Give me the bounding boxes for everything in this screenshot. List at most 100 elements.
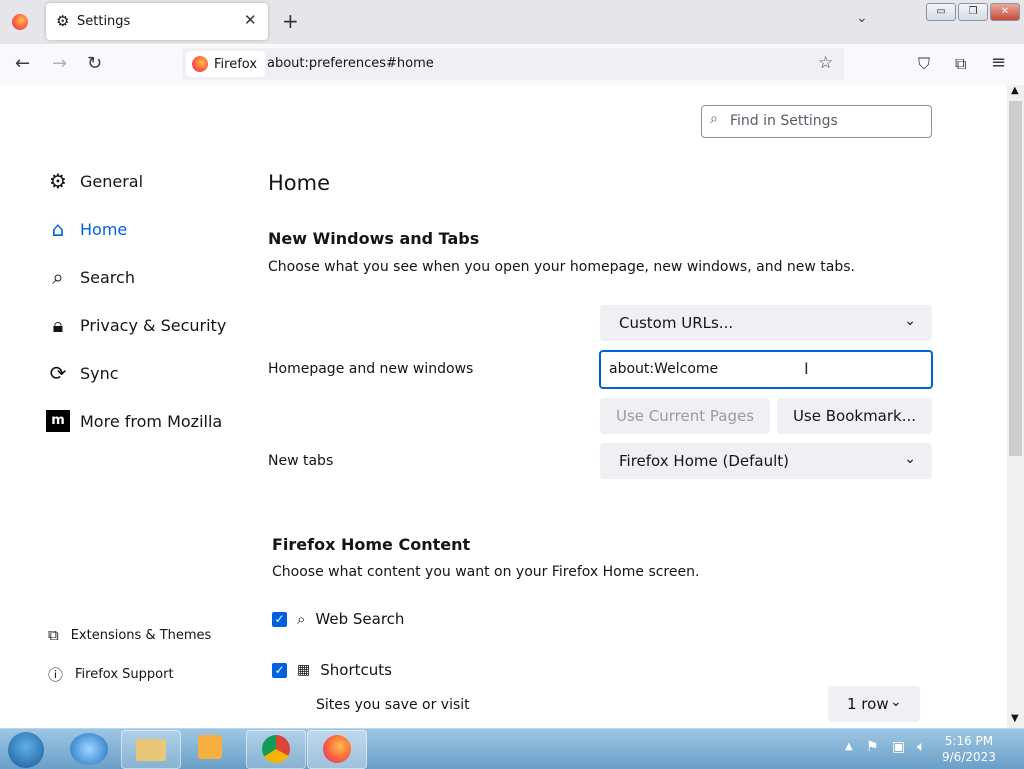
scroll-up-icon[interactable]: ▲ xyxy=(1011,85,1019,96)
network-icon[interactable]: ▣ xyxy=(892,739,905,755)
new-tabs-dropdown[interactable]: Firefox Home (Default) ⌄ xyxy=(600,443,932,479)
taskbar: ▲ ⚑ ▣ 🔈︎ 5:16 PM 9/6/2023 xyxy=(0,728,1024,769)
use-bookmark-button[interactable]: Use Bookmark... xyxy=(777,398,932,434)
section-heading: New Windows and Tabs xyxy=(268,229,480,248)
scrollbar[interactable]: ▲ ▼ xyxy=(1007,85,1024,728)
lock-icon: 🔒︎ xyxy=(52,313,64,337)
sidebar-item-general[interactable]: ⚙ General xyxy=(46,166,143,196)
homepage-label: Homepage and new windows xyxy=(268,361,474,377)
sidebar-item-sync[interactable]: ⟳ Sync xyxy=(46,358,119,388)
start-button[interactable] xyxy=(8,732,44,768)
restore-button[interactable]: ❐ xyxy=(958,3,988,21)
footer-link-label: Extensions & Themes xyxy=(70,627,212,643)
chevron-down-icon: ⌄ xyxy=(904,313,916,329)
navigation-toolbar: ← → ↻ Firefox about:preferences#home ☆ ⛉… xyxy=(0,44,1024,86)
dropdown-value: Custom URLs... xyxy=(619,314,734,332)
shortcuts-checkbox-row[interactable]: ✓ ▦ Shortcuts xyxy=(272,661,392,679)
scroll-thumb[interactable] xyxy=(1009,101,1022,456)
tab-strip: ⚙ Settings ✕ + ⌄ ▭ ❐ ✕ xyxy=(0,0,1024,44)
rows-dropdown[interactable]: 1 row ⌄ xyxy=(828,686,920,722)
close-window-button[interactable]: ✕ xyxy=(990,3,1020,21)
new-tab-button[interactable]: + xyxy=(282,9,299,33)
new-tabs-label: New tabs xyxy=(268,453,334,469)
search-icon: ⌕ xyxy=(297,610,306,628)
volume-muted-icon[interactable]: 🔈︎ xyxy=(917,739,925,755)
web-search-checkbox-row[interactable]: ✓ ⌕ Web Search xyxy=(272,610,404,628)
tab-settings[interactable]: ⚙ Settings ✕ xyxy=(46,3,268,40)
identity-box[interactable]: Firefox xyxy=(186,51,266,77)
reload-button[interactable]: ↻ xyxy=(87,53,102,74)
page-title: Home xyxy=(268,171,331,195)
clock-date: 9/6/2023 xyxy=(942,750,996,764)
sidebar-item-label: Privacy & Security xyxy=(80,315,227,335)
grid-icon: ▦ xyxy=(297,662,311,678)
chrome-icon[interactable] xyxy=(246,730,306,769)
scroll-down-icon[interactable]: ▼ xyxy=(1011,713,1019,724)
chevron-down-icon: ⌄ xyxy=(890,694,902,710)
sidebar-item-home[interactable]: ⌂ Home xyxy=(46,214,128,244)
sidebar-item-label: Search xyxy=(80,267,135,287)
minimize-button[interactable]: ▭ xyxy=(926,3,956,21)
firefox-support-link[interactable]: ⓘ Firefox Support xyxy=(48,664,174,685)
search-icon: ⌕ xyxy=(710,111,718,127)
search-input[interactable]: ⌕ Find in Settings xyxy=(701,105,932,138)
chevron-down-icon: ⌄ xyxy=(904,451,916,467)
sidebar-item-label: Home xyxy=(80,219,128,239)
gear-icon: ⚙ xyxy=(56,12,70,30)
home-icon: ⌂ xyxy=(51,217,65,241)
sidebar-item-more-from-mozilla[interactable]: m More from Mozilla xyxy=(46,406,222,436)
checkbox-checked[interactable]: ✓ xyxy=(272,662,287,678)
sidebar-item-search[interactable]: ⌕ Search xyxy=(46,262,135,292)
extensions-themes-link[interactable]: ⧉ Extensions & Themes xyxy=(48,626,211,644)
url-text[interactable]: about:preferences#home xyxy=(267,56,434,71)
homepage-url-value: about:Welcome xyxy=(609,361,719,377)
action-center-icon[interactable]: ⚑ xyxy=(866,739,879,755)
menu-icon[interactable]: ≡ xyxy=(991,52,1006,73)
tab-title: Settings xyxy=(77,14,131,29)
help-icon: ⓘ xyxy=(48,666,64,684)
firefox-taskbar-icon[interactable] xyxy=(307,730,367,769)
homepage-mode-dropdown[interactable]: Custom URLs... ⌄ xyxy=(600,305,932,341)
extensions-icon[interactable]: ⧉ xyxy=(955,54,966,74)
gear-icon: ⚙ xyxy=(49,169,67,193)
file-explorer-icon[interactable] xyxy=(121,730,181,769)
close-icon[interactable]: ✕ xyxy=(244,11,257,29)
homepage-url-input[interactable]: about:Welcome I xyxy=(599,350,933,389)
sidebar-item-label: More from Mozilla xyxy=(80,411,223,431)
section-description: Choose what you see when you open your h… xyxy=(268,259,856,275)
dropdown-value: 1 row xyxy=(847,695,889,713)
search-placeholder: Find in Settings xyxy=(730,113,838,129)
checkbox-label: Shortcuts xyxy=(320,661,392,679)
sidebar-item-label: General xyxy=(80,171,144,191)
url-bar[interactable]: Firefox about:preferences#home ☆ xyxy=(182,48,844,80)
footer-link-label: Firefox Support xyxy=(75,667,174,682)
clock[interactable]: 5:16 PM 9/6/2023 xyxy=(942,733,996,765)
forward-button[interactable]: → xyxy=(52,53,67,74)
section-heading: Firefox Home Content xyxy=(272,535,471,554)
identity-label: Firefox xyxy=(214,56,258,72)
firefox-icon xyxy=(192,56,208,72)
chevron-down-icon[interactable]: ⌄ xyxy=(856,10,868,26)
internet-explorer-icon[interactable] xyxy=(70,733,108,765)
section-description: Choose what content you want on your Fir… xyxy=(272,564,700,580)
sites-label: Sites you save or visit xyxy=(316,697,470,713)
dropdown-value: Firefox Home (Default) xyxy=(619,452,789,470)
settings-page: ⌕ Find in Settings ⚙ General ⌂ Home ⌕ Se… xyxy=(0,85,1007,728)
clock-time: 5:16 PM xyxy=(944,734,994,748)
sidebar-item-label: Sync xyxy=(80,363,119,383)
search-icon: ⌕ xyxy=(52,265,64,289)
puzzle-icon: ⧉ xyxy=(48,626,59,644)
tray-expand-icon[interactable]: ▲ xyxy=(845,741,853,752)
pocket-icon[interactable]: ⛉ xyxy=(918,54,930,74)
mozilla-icon: m xyxy=(46,410,70,432)
checkbox-checked[interactable]: ✓ xyxy=(272,611,287,627)
sidebar-item-privacy[interactable]: 🔒︎ Privacy & Security xyxy=(46,310,227,340)
back-button[interactable]: ← xyxy=(15,53,30,74)
firefox-view-icon[interactable] xyxy=(12,14,28,30)
use-current-pages-button[interactable]: Use Current Pages xyxy=(600,398,770,434)
text-cursor-icon: I xyxy=(804,359,809,378)
checkbox-label: Web Search xyxy=(315,610,405,628)
sync-icon: ⟳ xyxy=(49,361,67,385)
bookmark-star-icon[interactable]: ☆ xyxy=(818,53,833,73)
media-player-icon[interactable] xyxy=(198,735,222,759)
